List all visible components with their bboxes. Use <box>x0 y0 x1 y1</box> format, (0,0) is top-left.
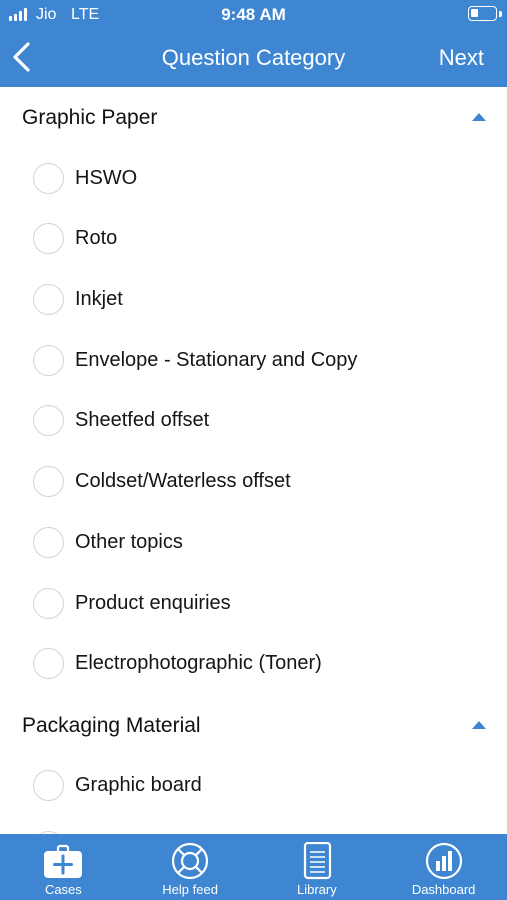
option-partially-visible[interactable] <box>0 816 507 834</box>
option-label: Graphic board <box>75 774 202 796</box>
tab-label: Dashboard <box>411 882 476 897</box>
tab-label: Library <box>297 882 337 897</box>
option-graphic-board[interactable]: Graphic board <box>0 755 507 815</box>
tab-bar: Cases Help feed Library Dashboard <box>0 834 507 900</box>
section-header-packaging-material[interactable]: Packaging Material <box>0 695 507 755</box>
option-electrophotographic[interactable]: Electrophotographic (Toner) <box>0 633 507 693</box>
section-title: Graphic Paper <box>22 106 158 129</box>
option-label: Envelope - Stationary and Copy <box>75 349 358 371</box>
radio-button[interactable] <box>33 588 64 619</box>
radio-button[interactable] <box>33 345 64 376</box>
app-header: Jio LTE 9:48 AM Question Category Next <box>0 0 507 87</box>
lifebuoy-icon <box>172 842 209 880</box>
caret-up-icon[interactable] <box>472 113 486 121</box>
radio-button[interactable] <box>33 527 64 558</box>
section-title: Packaging Material <box>22 714 201 737</box>
status-time: 9:48 AM <box>221 5 286 24</box>
option-sheetfed-offset[interactable]: Sheetfed offset <box>0 390 507 450</box>
option-other-topics[interactable]: Other topics <box>0 512 507 572</box>
option-label: Other topics <box>75 531 183 553</box>
tab-cases[interactable]: Cases <box>0 834 127 900</box>
option-roto[interactable]: Roto <box>0 208 507 268</box>
caret-up-icon[interactable] <box>472 721 486 729</box>
radio-button[interactable] <box>33 770 64 801</box>
option-coldset-waterless-offset[interactable]: Coldset/Waterless offset <box>0 451 507 511</box>
medical-case-icon <box>44 844 83 878</box>
radio-button[interactable] <box>33 284 64 315</box>
tab-dashboard[interactable]: Dashboard <box>380 834 507 900</box>
status-bar: Jio LTE 9:48 AM <box>0 0 507 30</box>
radio-button[interactable] <box>33 223 64 254</box>
option-envelope[interactable]: Envelope - Stationary and Copy <box>0 330 507 390</box>
radio-button[interactable] <box>33 648 64 679</box>
option-product-enquiries[interactable]: Product enquiries <box>0 573 507 633</box>
tab-help-feed[interactable]: Help feed <box>127 834 254 900</box>
section-header-graphic-paper[interactable]: Graphic Paper <box>0 87 507 147</box>
option-label: Product enquiries <box>75 592 231 614</box>
option-label: Electrophotographic (Toner) <box>75 652 322 674</box>
battery-tip <box>499 11 502 17</box>
next-button[interactable]: Next <box>439 45 484 71</box>
option-label: Coldset/Waterless offset <box>75 470 291 492</box>
page-title: Question Category <box>161 45 346 70</box>
bar-chart-icon <box>425 842 462 880</box>
option-hswo[interactable]: HSWO <box>0 148 507 208</box>
document-icon <box>303 842 331 880</box>
tab-label: Help feed <box>162 882 218 897</box>
tab-library[interactable]: Library <box>254 834 381 900</box>
battery-icon <box>468 6 497 21</box>
tab-label: Cases <box>44 882 82 897</box>
option-inkjet[interactable]: Inkjet <box>0 269 507 329</box>
option-label: HSWO <box>75 167 138 189</box>
option-label: Sheetfed offset <box>75 409 210 431</box>
category-list: Graphic Paper HSWO Roto Inkjet Envelope … <box>0 87 507 834</box>
battery-level-fill <box>471 9 478 17</box>
option-label: Roto <box>75 227 118 249</box>
radio-button[interactable] <box>33 405 64 436</box>
radio-button[interactable] <box>33 163 64 194</box>
option-label: Inkjet <box>75 288 123 310</box>
radio-button[interactable] <box>33 466 64 497</box>
